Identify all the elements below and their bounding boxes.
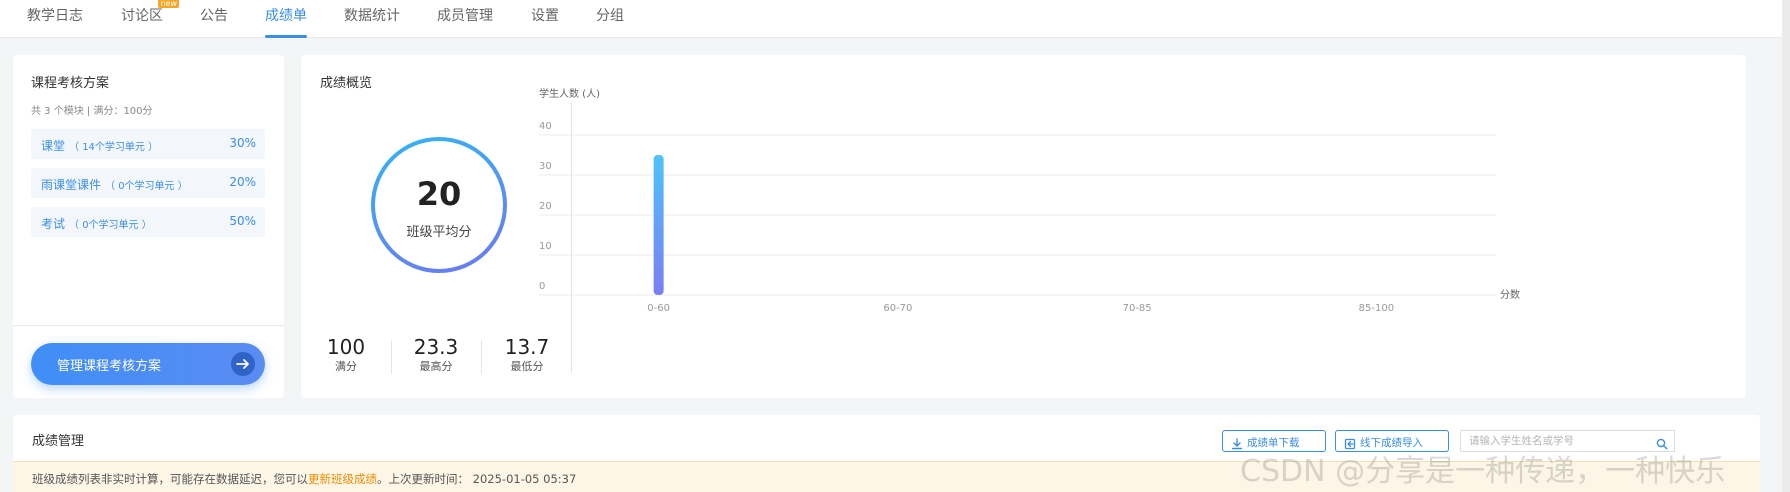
y-tick-label: 30 [539,161,552,172]
y-tick-label: 0 [539,281,545,292]
module-row-courseware[interactable]: 雨课堂课件（ 0个学习单元 ） 20% [31,168,265,198]
download-grades-button[interactable]: 成绩单下载 [1222,430,1326,452]
y-tick-label: 20 [539,201,552,212]
tab-announcement[interactable]: 公告 [200,7,228,31]
manage-scheme-label: 管理课程考核方案 [57,359,162,374]
student-search [1460,430,1675,452]
assessment-scheme-card: 课程考核方案 共 3 个模块 | 满分：100分 课堂（ 14个学习单元 ） 3… [13,55,284,398]
search-button[interactable] [1649,430,1675,452]
x-tick-label: 70-85 [1123,303,1152,314]
module-percent: 20% [229,175,256,189]
y-axis-label: 学生人数 (人) [539,87,600,100]
score-distribution-chart: 学生人数 (人) 0 10 20 30 40 0-60 60-70 70-85 85-100 分数 [539,87,1520,314]
tab-discussion-label: 讨论区 [121,8,163,24]
y-tick-label: 40 [539,121,552,132]
arrow-right-icon [231,352,255,376]
module-name: 课堂（ 14个学习单元 ） [41,139,159,153]
download-grades-label: 成绩单下载 [1247,437,1300,449]
tab-members[interactable]: 成员管理 [437,7,493,31]
download-icon [1231,435,1243,454]
module-row-classroom[interactable]: 课堂（ 14个学习单元 ） 30% [31,129,265,159]
tab-teaching-log[interactable]: 教学日志 [27,7,83,31]
student-search-input[interactable] [1461,431,1649,451]
update-notice: 班级成绩列表非实时计算，可能存在数据延迟，您可以更新班级成绩。上次更新时间： 2… [13,461,1760,492]
new-badge: new [158,0,179,8]
y-tick-label: 10 [539,241,552,252]
divider [13,325,284,326]
import-grades-button[interactable]: 线下成绩导入 [1335,430,1449,452]
scheme-summary: 共 3 个模块 | 满分：100分 [31,106,153,117]
module-row-exam[interactable]: 考试（ 0个学习单元 ） 50% [31,207,265,237]
module-percent: 30% [229,136,256,150]
grade-management-title: 成绩管理 [32,434,85,449]
tab-statistics[interactable]: 数据统计 [344,7,400,31]
tab-settings[interactable]: 设置 [531,7,559,31]
scheme-title: 课程考核方案 [31,76,110,91]
page-scrollbar[interactable] [1782,0,1790,492]
update-notice-text: 班级成绩列表非实时计算，可能存在数据延迟，您可以更新班级成绩。上次更新时间： 2… [32,472,577,486]
module-percent: 50% [229,214,256,228]
module-name: 考试（ 0个学习单元 ） [41,217,152,231]
tab-groups[interactable]: 分组 [596,7,624,31]
tab-grades[interactable]: 成绩单 [265,7,307,38]
module-name: 雨课堂课件（ 0个学习单元 ） [41,178,188,192]
import-grades-label: 线下成绩导入 [1360,437,1423,449]
import-icon [1344,435,1356,454]
update-grades-link[interactable]: 更新班级成绩 [308,472,377,486]
bar-0-60 [653,155,664,295]
top-nav: 教学日志 讨论区 new 公告 成绩单 数据统计 成员管理 设置 分组 [0,0,1790,38]
x-tick-label: 85-100 [1359,303,1394,314]
x-tick-label: 60-70 [883,303,912,314]
x-tick-label: 0-60 [647,303,670,314]
x-axis-label: 分数 [1500,288,1520,301]
grade-overview-card: 成绩概览 20 班级平均分 100 满分 23.3 最高分 13.7 最低分 学… [301,55,1746,398]
tab-discussion[interactable]: 讨论区 new [121,0,179,31]
search-icon [1656,435,1668,454]
manage-scheme-button[interactable]: 管理课程考核方案 [31,343,265,385]
